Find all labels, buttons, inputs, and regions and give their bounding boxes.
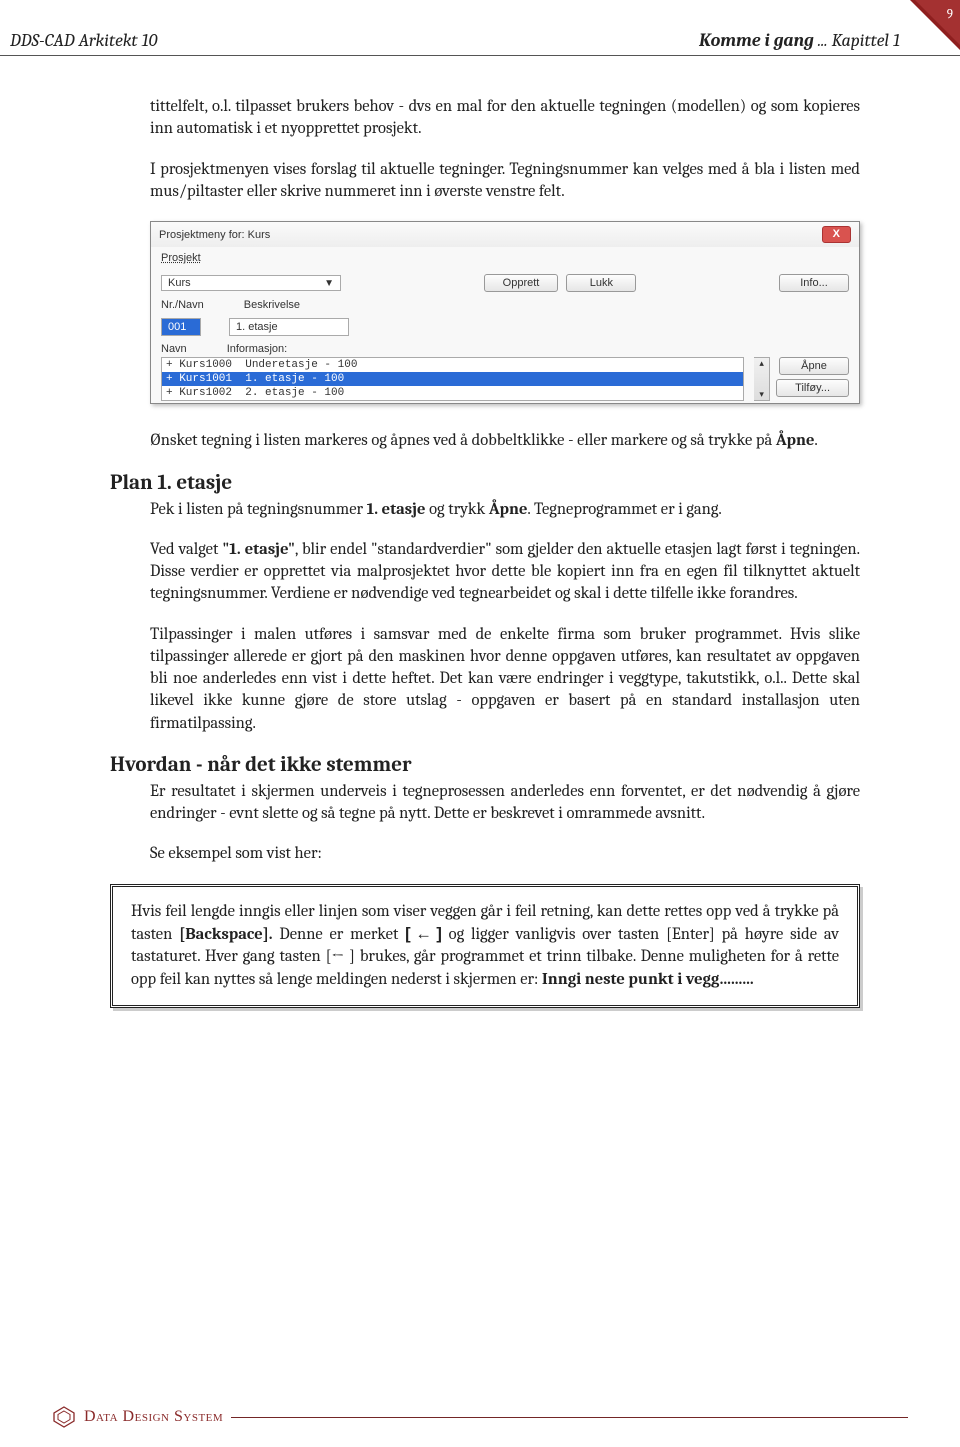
- dialog-screenshot: Prosjektmeny for: Kurs X Prosjekt Kurs ▼…: [150, 221, 860, 404]
- list-item[interactable]: + Kurs1000 Underetasje - 100: [162, 358, 743, 372]
- chevron-down-icon: ▼: [324, 278, 334, 289]
- header-chapter: Komme i gang ... Kapittel 1: [699, 30, 900, 51]
- page-number: 9: [947, 7, 953, 22]
- header-product: DDS-CAD Arkitekt 10: [10, 30, 157, 51]
- create-button[interactable]: Opprett: [484, 274, 559, 292]
- body-paragraph: Er resultatet i skjermen underveis i teg…: [110, 781, 860, 826]
- body-paragraph: Ønsket tegning i listen markeres og åpne…: [110, 430, 860, 452]
- close-icon[interactable]: X: [822, 226, 851, 243]
- body-paragraph: Tilpassinger i malen utføres i samsvar m…: [110, 624, 860, 735]
- scrollbar[interactable]: ▴ ▾: [754, 357, 770, 401]
- list-item[interactable]: + Kurs1001 1. etasje - 100: [162, 372, 743, 386]
- drawing-list[interactable]: + Kurs1000 Underetasje - 100 + Kurs1001 …: [161, 357, 744, 401]
- scroll-down-icon[interactable]: ▾: [759, 389, 764, 400]
- dialog-title: Prosjektmeny for: Kurs: [159, 229, 270, 241]
- heading-plan: Plan 1. etasje: [110, 471, 860, 495]
- name-label: Navn: [161, 343, 187, 355]
- body-paragraph: Ved valget "1. etasje", blir endel "stan…: [110, 539, 860, 606]
- close-button[interactable]: Lukk: [566, 274, 636, 292]
- body-paragraph: tittelfelt, o.l. tilpasset brukers behov…: [110, 96, 860, 141]
- info-label: Informasjon:: [227, 343, 288, 355]
- list-item[interactable]: + Kurs1002 2. etasje - 100: [162, 386, 743, 400]
- open-button[interactable]: Åpne: [779, 357, 849, 375]
- scroll-up-icon[interactable]: ▴: [759, 358, 764, 369]
- page-footer: Data Design System: [0, 1405, 960, 1429]
- heading-hvordan: Hvordan - når det ikke stemmer: [110, 753, 860, 777]
- brand-logo-icon: [52, 1405, 76, 1429]
- project-label: Prosjekt: [161, 252, 231, 264]
- column-header-nr: Nr./Navn: [161, 299, 204, 311]
- column-header-desc: Beskrivelse: [244, 299, 300, 311]
- body-paragraph: I prosjektmenyen vises forslag til aktue…: [110, 159, 860, 204]
- info-button[interactable]: Info...: [779, 274, 849, 292]
- add-button[interactable]: Tilføy...: [776, 379, 849, 397]
- footer-rule: [231, 1417, 908, 1418]
- example-box: Hvis feil lengde inngis eller linjen som…: [110, 884, 860, 1008]
- body-paragraph: Pek i listen på tegningsnummer 1. etasje…: [110, 499, 860, 521]
- body-paragraph: Se eksempel som vist her:: [110, 843, 860, 865]
- project-dropdown[interactable]: Kurs ▼: [161, 275, 341, 291]
- brand-name: Data Design System: [84, 1408, 223, 1426]
- page-header: DDS-CAD Arkitekt 10 Komme i gang ... Kap…: [0, 30, 960, 56]
- description-input[interactable]: 1. etasje: [229, 318, 349, 336]
- nr-input[interactable]: 001: [161, 318, 201, 336]
